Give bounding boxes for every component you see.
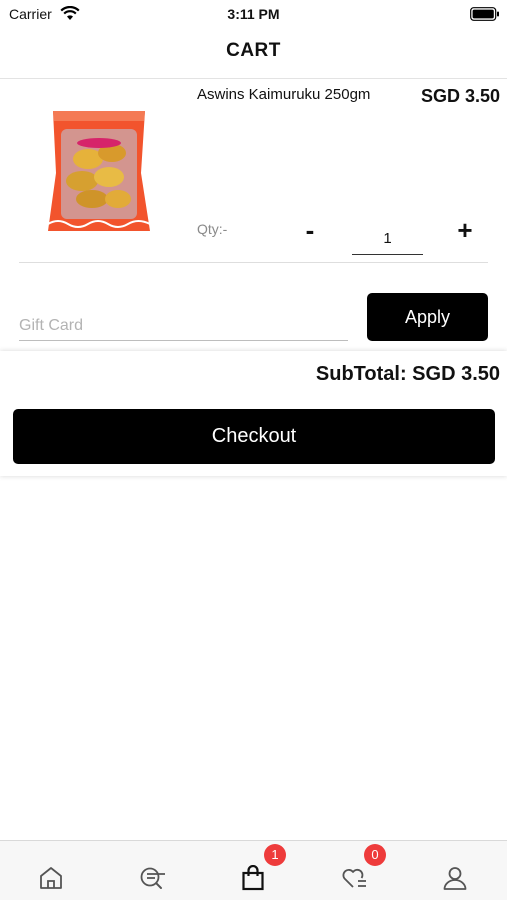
decrease-quantity-button[interactable]: - xyxy=(296,214,324,246)
tab-search[interactable] xyxy=(101,841,202,900)
user-icon xyxy=(443,867,467,890)
cart-badge: 1 xyxy=(264,844,286,866)
subtotal-label: SubTotal: SGD 3.50 xyxy=(315,363,500,385)
page-title: CART xyxy=(226,40,281,61)
product-price: SGD 3.50 xyxy=(420,86,500,106)
tab-cart[interactable]: 1 xyxy=(202,841,303,900)
header-divider xyxy=(0,78,507,79)
gift-card-input[interactable] xyxy=(19,312,348,341)
tab-bar: 1 0 xyxy=(0,840,507,900)
product-name: Aswins Kaimuruku 250gm xyxy=(197,86,371,103)
tab-profile[interactable] xyxy=(404,841,505,900)
apply-button[interactable]: Apply xyxy=(367,293,488,341)
status-bar: Carrier 3:11 PM xyxy=(0,0,507,28)
product-image[interactable] xyxy=(44,107,154,237)
quantity-label: Qty:- xyxy=(197,221,228,237)
cart-screen: Carrier 3:11 PM CART Aswins Kaimuruku 25… xyxy=(0,0,507,900)
summary-card: SubTotal: SGD 3.50 Checkout xyxy=(0,351,507,476)
tab-wishlist[interactable]: 0 xyxy=(303,841,404,900)
item-divider xyxy=(19,262,488,263)
heart-list-icon xyxy=(342,868,366,888)
status-time: 3:11 PM xyxy=(227,6,280,22)
search-list-icon xyxy=(140,867,165,889)
shopping-bag-icon xyxy=(242,865,264,891)
checkout-button[interactable]: Checkout xyxy=(13,409,495,464)
increase-quantity-button[interactable]: + xyxy=(451,214,479,246)
home-icon xyxy=(40,867,62,889)
tab-home[interactable] xyxy=(0,841,101,900)
battery-icon xyxy=(470,7,499,21)
wishlist-badge: 0 xyxy=(364,844,386,866)
quantity-field[interactable]: 1 xyxy=(352,226,423,255)
